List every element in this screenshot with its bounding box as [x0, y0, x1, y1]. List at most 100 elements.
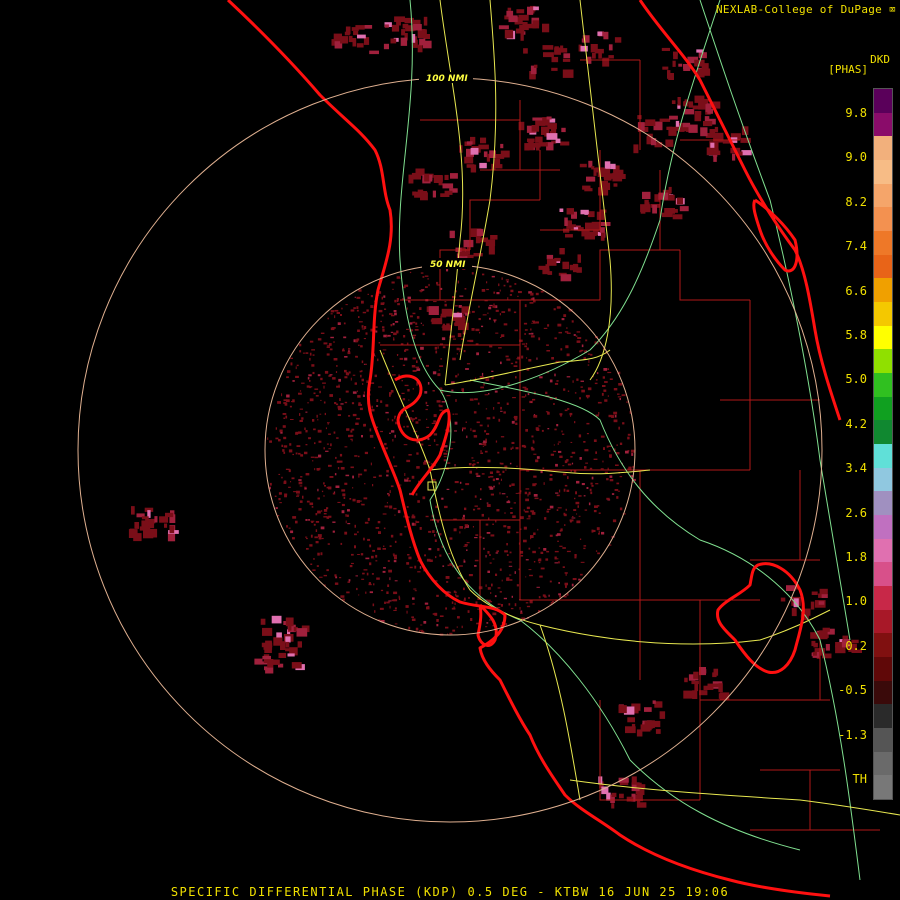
echo-pixel — [532, 398, 536, 401]
echo-pixel — [607, 395, 609, 397]
echo-pixel — [411, 522, 415, 526]
color-scale-swatch — [874, 278, 892, 303]
echo-pixel — [295, 452, 298, 455]
echo-pixel — [537, 528, 539, 531]
echo-pixel — [520, 555, 524, 557]
echo-pixel — [486, 281, 488, 284]
echo-pixel — [501, 388, 504, 390]
echo-pixel — [278, 473, 281, 475]
echo-pixel — [682, 122, 691, 128]
echo-pixel — [356, 587, 358, 591]
echo-pixel — [487, 459, 491, 463]
echo-pixel — [473, 411, 477, 414]
echo-pixel — [344, 401, 348, 404]
echo-pixel — [444, 301, 447, 303]
echo-pixel — [279, 502, 282, 504]
echo-pixel — [504, 512, 506, 514]
echo-pixel — [595, 550, 598, 552]
echo-pixel — [309, 502, 314, 506]
echo-pixel — [464, 156, 474, 164]
echo-pixel — [560, 274, 572, 282]
echo-pixel — [507, 7, 512, 11]
echo-pixel — [484, 430, 487, 433]
echo-pixel — [493, 407, 495, 410]
echo-pixel — [436, 400, 441, 403]
echo-pixel — [602, 385, 606, 387]
echo-pixel — [576, 513, 578, 515]
echo-pixel — [367, 517, 370, 521]
echo-pixel — [609, 378, 613, 380]
echo-pixel — [390, 324, 393, 327]
echo-pixel — [500, 478, 502, 481]
echo-pixel — [545, 558, 549, 561]
echo-pixel — [444, 190, 453, 195]
echo-pixel — [323, 495, 325, 497]
echo-pixel — [659, 118, 671, 122]
echo-pixel — [432, 530, 435, 533]
echo-pixel — [417, 44, 423, 53]
echo-pixel — [311, 364, 315, 367]
echo-pixel — [425, 286, 428, 288]
echo-pixel — [391, 430, 395, 433]
echo-pixel — [489, 601, 493, 603]
echo-pixel — [546, 254, 554, 260]
credit-label: NEXLAB-College of DuPage ⌧ — [716, 3, 896, 16]
echo-pixel — [474, 565, 477, 567]
echo-pixel — [265, 667, 274, 674]
echo-pixel — [545, 391, 548, 394]
echo-pixel — [323, 574, 327, 577]
echo-pixel — [387, 584, 390, 587]
echo-pixel — [422, 496, 426, 500]
echo-pixel — [406, 506, 409, 508]
echo-pixel — [554, 556, 557, 560]
echo-pixel — [425, 401, 428, 405]
echo-pixel — [324, 412, 326, 416]
echo-pixel — [449, 537, 453, 540]
echo-pixel — [440, 313, 447, 318]
echo-pixel — [477, 402, 480, 405]
echo-pixel — [391, 281, 395, 284]
echo-pixel — [492, 612, 497, 616]
echo-pixel — [525, 394, 527, 397]
echo-pixel — [376, 577, 380, 580]
echo-pixel — [449, 230, 455, 239]
echo-pixel — [563, 388, 566, 391]
echo-pixel — [526, 605, 531, 608]
echo-pixel — [317, 552, 320, 556]
echo-pixel — [664, 208, 675, 214]
echo-pixel — [415, 520, 417, 523]
echo-pixel — [526, 347, 529, 351]
echo-pixel — [500, 143, 504, 149]
echo-pixel — [530, 510, 535, 513]
echo-pixel — [556, 424, 559, 427]
echo-pixel — [262, 627, 273, 636]
echo-pixel — [334, 315, 336, 319]
echo-pixel — [668, 129, 677, 136]
echo-pixel — [465, 421, 467, 423]
echo-pixel — [434, 612, 438, 616]
echo-pixel — [553, 403, 555, 405]
echo-pixel — [446, 462, 451, 464]
echo-pixel — [334, 309, 339, 312]
echo-pixel — [481, 473, 485, 475]
echo-pixel — [589, 488, 592, 492]
echo-pixel — [475, 601, 478, 604]
echo-pixel — [337, 414, 341, 416]
legend-unit: [PHAS] — [828, 63, 868, 76]
echo-pixel — [371, 405, 373, 409]
echo-pixel — [444, 174, 449, 180]
echo-pixel — [480, 386, 484, 389]
echo-pixel — [612, 519, 617, 523]
echo-pixel — [485, 584, 487, 587]
echo-pixel — [267, 437, 269, 440]
echo-pixel — [533, 561, 536, 563]
echo-pixel — [419, 566, 422, 569]
echo-pixel — [423, 621, 427, 624]
echo-pixel — [288, 486, 291, 488]
echo-pixel — [436, 281, 439, 285]
echo-pixel — [514, 603, 517, 607]
echo-pixel — [589, 467, 593, 470]
echo-pixel — [344, 356, 348, 358]
echo-pixel — [443, 456, 447, 458]
echo-pixel — [566, 489, 570, 492]
